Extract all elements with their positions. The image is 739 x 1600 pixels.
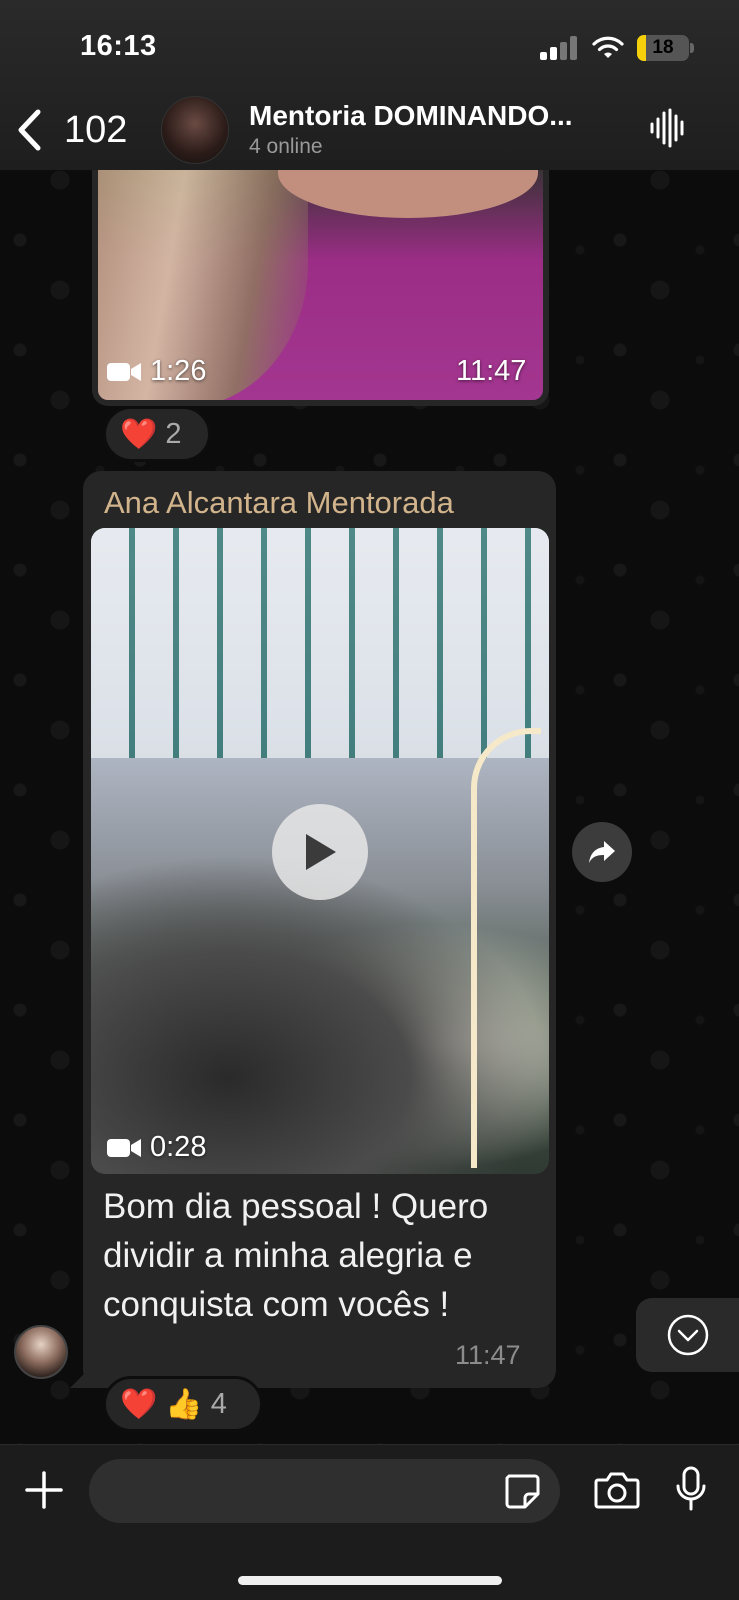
- video-camera-icon: [107, 362, 141, 381]
- wifi-icon: [592, 36, 624, 58]
- home-indicator: [238, 1576, 502, 1585]
- reactions-pill[interactable]: ❤️ 2: [103, 406, 211, 462]
- sender-avatar[interactable]: [14, 1325, 68, 1379]
- thumbnail-skin: [278, 168, 538, 218]
- sender-name[interactable]: Ana Alcantara Mentorada: [104, 485, 454, 521]
- cellular-signal-icon: [540, 36, 580, 60]
- back-button[interactable]: 102: [16, 105, 146, 155]
- reaction-count: 4: [210, 1387, 227, 1420]
- play-icon: [306, 834, 336, 870]
- thumbnail-arch: [471, 728, 541, 1168]
- camera-icon[interactable]: [594, 1470, 640, 1510]
- chevron-down-icon: [667, 1314, 709, 1356]
- message-time: 11:47: [455, 1340, 521, 1370]
- group-avatar[interactable]: [161, 96, 229, 164]
- battery-level: 18: [652, 37, 674, 58]
- reaction-count: 2: [165, 417, 182, 450]
- message-input[interactable]: [89, 1459, 560, 1523]
- status-time: 16:13: [80, 30, 157, 62]
- video-duration-badge: 0:28: [106, 1131, 206, 1164]
- attach-plus-icon[interactable]: [24, 1470, 64, 1510]
- heart-reaction: ❤️: [120, 1387, 158, 1421]
- chat-header: 16:13 18 102 Mentoria DOMINANDO... 4 onl…: [0, 0, 739, 170]
- message-time: 11:47: [456, 355, 527, 387]
- heart-reaction: ❤️: [120, 417, 158, 451]
- voice-chat-icon[interactable]: [648, 108, 688, 148]
- video-camera-icon: [107, 1138, 141, 1157]
- forward-icon: [589, 841, 615, 863]
- thumbs-up-reaction: 👍: [165, 1387, 203, 1421]
- scroll-to-bottom-button[interactable]: [636, 1298, 739, 1372]
- group-title[interactable]: Mentoria DOMINANDO...: [249, 100, 573, 132]
- unread-count: 102: [64, 108, 128, 151]
- thumbnail-ceiling: [91, 528, 549, 758]
- sticker-icon[interactable]: [503, 1472, 541, 1510]
- microphone-icon[interactable]: [675, 1466, 707, 1512]
- battery-tip: [690, 43, 694, 53]
- video-duration-badge: 1:26: [106, 355, 206, 388]
- chevron-left-icon: [18, 109, 41, 151]
- video-duration: 1:26: [150, 355, 207, 387]
- reactions-pill[interactable]: ❤️ 👍 4: [103, 1376, 263, 1432]
- battery-icon: 18: [637, 35, 689, 61]
- video-duration: 0:28: [150, 1131, 207, 1163]
- message-caption: Bom dia pessoal ! Quero dividir a minha …: [103, 1187, 489, 1324]
- online-status: 4 online: [249, 135, 323, 158]
- forward-button[interactable]: [572, 822, 632, 882]
- play-button[interactable]: [272, 804, 368, 900]
